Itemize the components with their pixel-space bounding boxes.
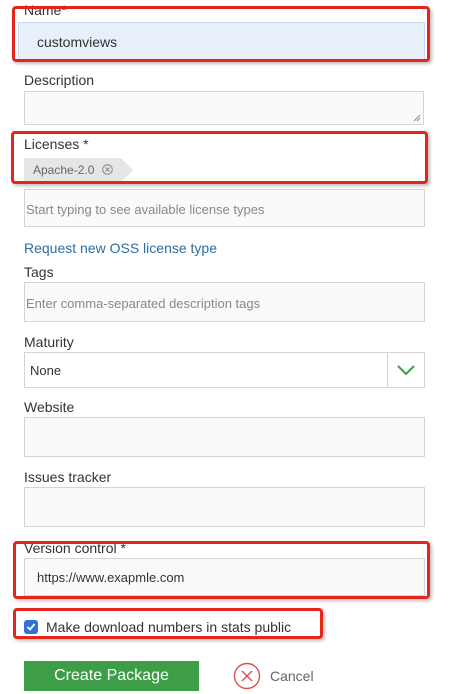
version-control-label: Version control * bbox=[24, 540, 126, 556]
issues-tracker-input[interactable] bbox=[24, 487, 425, 527]
license-search-placeholder: Start typing to see available license ty… bbox=[26, 202, 265, 217]
tags-placeholder: Enter comma-separated description tags bbox=[26, 296, 261, 311]
public-stats-label: Make download numbers in stats public bbox=[46, 619, 292, 635]
license-chip: Apache-2.0 bbox=[24, 158, 133, 183]
chevron-down-icon bbox=[397, 365, 415, 376]
maturity-dropdown-toggle[interactable] bbox=[387, 353, 424, 387]
name-value: customviews bbox=[37, 34, 118, 50]
version-control-input[interactable]: https://www.exapmle.com bbox=[24, 558, 425, 596]
website-input[interactable] bbox=[24, 417, 425, 457]
website-label: Website bbox=[24, 399, 75, 415]
name-input[interactable]: customviews bbox=[18, 22, 425, 61]
description-label: Description bbox=[24, 72, 95, 88]
description-textarea[interactable] bbox=[24, 91, 424, 125]
resize-handle-icon[interactable] bbox=[413, 114, 421, 122]
maturity-label: Maturity bbox=[24, 334, 74, 350]
issues-tracker-label: Issues tracker bbox=[24, 469, 112, 485]
create-package-button[interactable]: Create Package bbox=[24, 661, 199, 691]
name-label: Name* bbox=[24, 2, 67, 18]
licenses-label: Licenses * bbox=[24, 136, 89, 152]
tags-input[interactable]: Enter comma-separated description tags bbox=[24, 282, 425, 322]
tags-label: Tags bbox=[24, 264, 54, 280]
version-control-value: https://www.exapmle.com bbox=[37, 570, 185, 585]
cancel-label: Cancel bbox=[270, 668, 314, 684]
chip-close-icon[interactable] bbox=[101, 159, 113, 183]
maturity-select[interactable]: None bbox=[24, 352, 425, 388]
cancel-circle-x-icon bbox=[233, 662, 261, 690]
license-search-input[interactable]: Start typing to see available license ty… bbox=[24, 189, 425, 227]
checkmark-icon bbox=[26, 623, 36, 631]
maturity-value: None bbox=[30, 363, 62, 378]
license-chip-label: Apache-2.0 bbox=[33, 163, 95, 177]
public-stats-checkbox[interactable] bbox=[24, 620, 38, 634]
request-license-link[interactable]: Request new OSS license type bbox=[24, 240, 217, 256]
